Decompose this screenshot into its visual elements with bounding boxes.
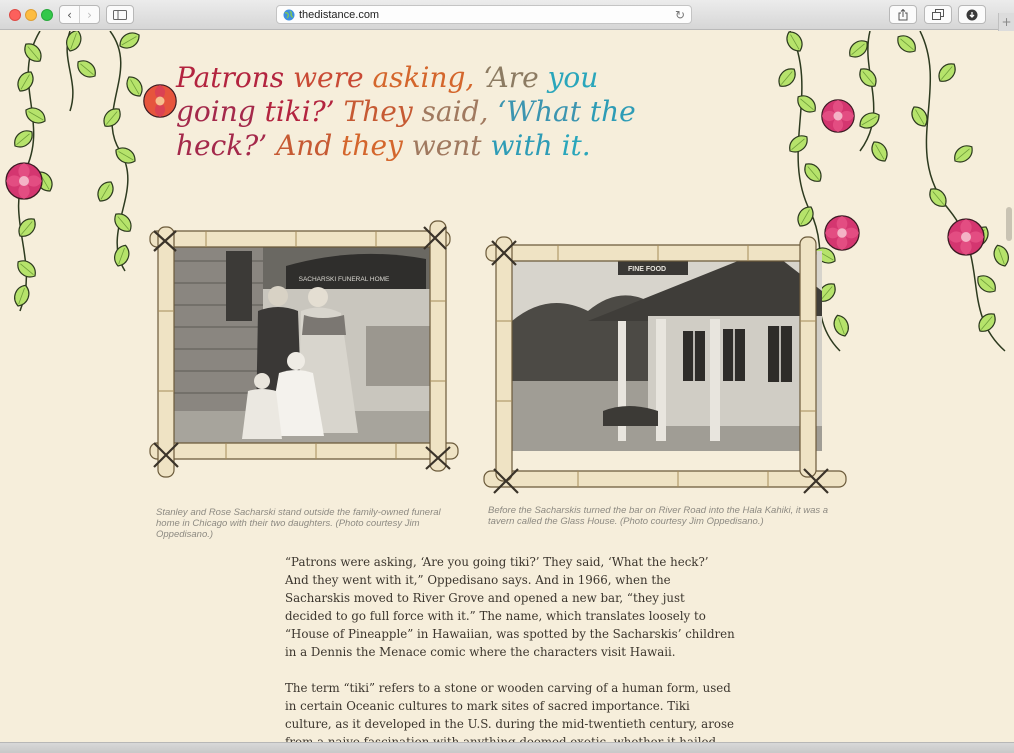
- article-body: “Patrons were asking, ‘Are you going tik…: [285, 553, 735, 742]
- pull-quote-word: going: [176, 95, 265, 128]
- article-paragraph: “Patrons were asking, ‘Are you going tik…: [285, 555, 735, 659]
- pull-quote-word: you: [547, 61, 599, 94]
- pull-quote-word: Patrons: [176, 61, 294, 94]
- photo-caption-left: Stanley and Rose Sacharski stand outside…: [156, 507, 441, 540]
- family-photo: SACHARSKI FUNERAL HOME: [149, 220, 459, 478]
- pull-quote-word: tiki?’: [264, 95, 344, 128]
- share-icon: [898, 8, 908, 20]
- status-bar: [0, 742, 1014, 753]
- scrollbar-thumb[interactable]: [1006, 207, 1012, 241]
- url-text: thedistance.com: [299, 9, 380, 21]
- download-icon: [966, 9, 978, 20]
- pull-quote-word: And: [276, 129, 342, 162]
- new-tab-button[interactable]: +: [998, 13, 1014, 31]
- pull-quote-word: asking,: [372, 61, 484, 94]
- article-page: Patrons were asking, ‘Are you going tiki…: [0, 31, 1014, 742]
- pull-quote-word: said,: [421, 95, 498, 128]
- photo-frame-sacharski-family: SACHARSKI FUNERAL HOME: [146, 211, 464, 496]
- forward-button[interactable]: ›: [79, 6, 99, 23]
- close-window-button[interactable]: [9, 9, 21, 21]
- awning-sign-text: SACHARSKI FUNERAL HOME: [299, 276, 390, 283]
- minimize-window-button[interactable]: [25, 9, 37, 21]
- pull-quote-word: it.: [561, 129, 591, 162]
- glass-house-photo: GLASS FINE FOOD: [483, 236, 847, 494]
- history-nav: ‹ ›: [59, 5, 100, 24]
- pull-quote-word: were: [293, 61, 373, 94]
- sidebar-toggle-button[interactable]: [106, 5, 134, 24]
- tabs-overview-button[interactable]: [924, 5, 952, 24]
- pull-quote-word: they: [341, 129, 412, 162]
- chevron-right-icon: ›: [87, 7, 92, 22]
- pull-quote-word: ‘What: [497, 95, 590, 128]
- photo-frame-glass-house: GLASS FINE FOOD: [478, 211, 850, 496]
- pull-quote-word: ‘Are: [483, 61, 548, 94]
- pull-quote-word: the: [589, 95, 636, 128]
- browser-toolbar: ‹ › thedistance.com ↻ +: [0, 0, 1014, 31]
- tabs-icon: [932, 9, 944, 20]
- sidebar-icon: [113, 9, 127, 20]
- article-paragraph: The term “tiki” refers to a stone or woo…: [285, 681, 734, 742]
- pull-quote-word: went: [411, 129, 491, 162]
- pull-quote: Patrons were asking, ‘Are you going tiki…: [176, 61, 676, 163]
- share-button[interactable]: [889, 5, 917, 24]
- downloads-button[interactable]: [958, 5, 986, 24]
- pull-quote-word: with: [490, 129, 562, 162]
- address-bar[interactable]: thedistance.com ↻: [276, 5, 692, 24]
- globe-icon: [283, 9, 295, 21]
- reload-icon[interactable]: ↻: [675, 8, 685, 22]
- fine-food-sign-text: FINE FOOD: [628, 266, 666, 273]
- pull-quote-word: heck?’: [176, 129, 277, 162]
- photo-caption-right: Before the Sacharskis turned the bar on …: [488, 505, 829, 527]
- zoom-window-button[interactable]: [41, 9, 53, 21]
- back-button[interactable]: ‹: [60, 6, 79, 23]
- pull-quote-word: They: [343, 95, 422, 128]
- chevron-left-icon: ‹: [67, 7, 72, 22]
